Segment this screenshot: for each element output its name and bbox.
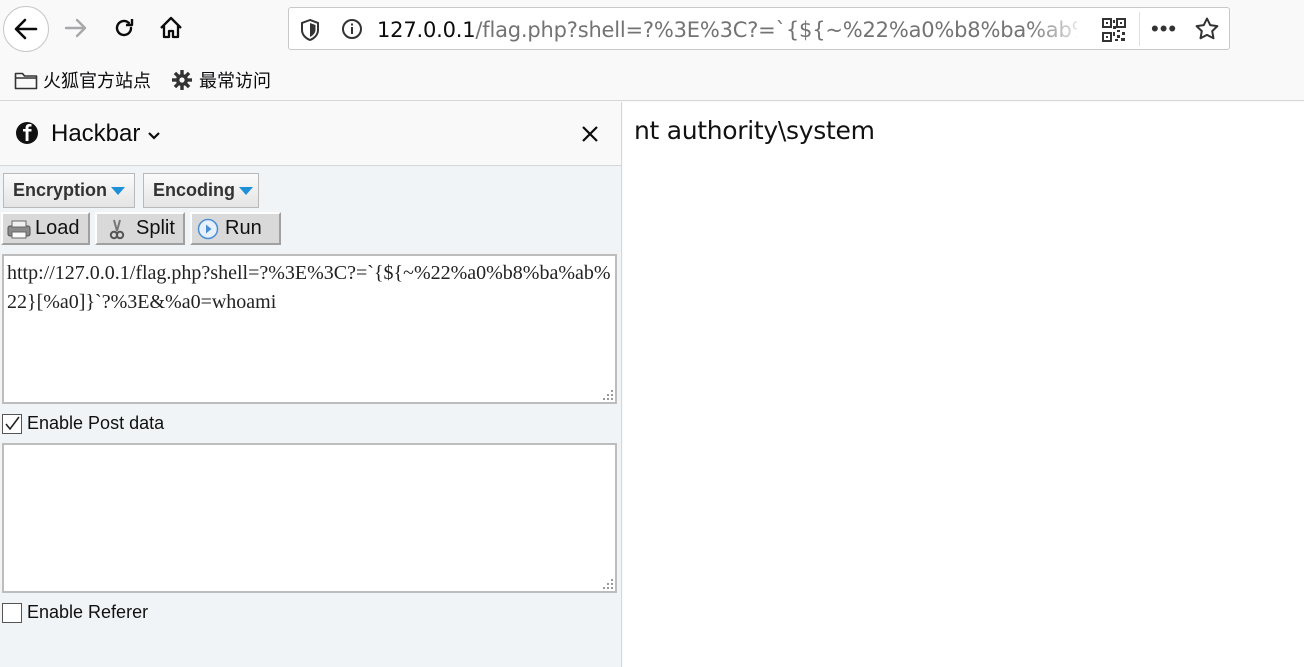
url-bar[interactable]: 127.0.0.1/flag.php?shell=?%3E%3C?=`{${~%… <box>288 7 1230 50</box>
command-output: nt authority\system <box>634 116 875 145</box>
forward-button[interactable] <box>56 8 96 48</box>
hackbar-sidebar: Hackbar Encryption Encoding Load Split R… <box>0 102 622 667</box>
enable-referer-row[interactable]: Enable Referer <box>2 602 148 623</box>
resize-grip-icon[interactable] <box>603 579 613 589</box>
reload-icon <box>115 19 134 37</box>
sidebar-close-button[interactable] <box>575 119 605 149</box>
url-textarea[interactable]: http://127.0.0.1/flag.php?shell=?%3E%3C?… <box>2 254 617 404</box>
load-url-button[interactable]: Load <box>1 212 90 245</box>
run-label: Run <box>225 217 262 239</box>
chevron-down-icon <box>148 131 161 140</box>
close-icon <box>582 126 598 142</box>
reload-button[interactable] <box>104 8 144 48</box>
encoding-dropdown[interactable]: Encoding <box>143 173 259 208</box>
encryption-dropdown[interactable]: Encryption <box>3 173 135 208</box>
qr-code-icon[interactable] <box>1102 18 1126 47</box>
bookmark-label: 火狐官方站点 <box>43 71 151 91</box>
split-label: Split <box>136 217 175 239</box>
url-path: /flag.php?shell=?%3E%3C?=`{${~%22%a0%b8%… <box>475 18 1077 42</box>
page-actions-icon[interactable]: ••• <box>1151 16 1177 42</box>
run-button[interactable]: Run <box>190 212 281 245</box>
back-arrow-icon <box>14 18 38 40</box>
enable-post-row[interactable]: Enable Post data <box>2 413 164 434</box>
checkmark-icon <box>5 416 20 430</box>
encoding-label: Encoding <box>153 180 235 200</box>
encryption-label: Encryption <box>13 180 108 200</box>
bookmarks-toolbar: 火狐官方站点 最常访问 <box>0 58 1304 101</box>
resize-grip-icon[interactable] <box>603 390 613 400</box>
enable-post-checkbox[interactable] <box>2 413 22 434</box>
dropdown-arrow-icon <box>239 186 253 195</box>
load-label: Load <box>35 217 80 239</box>
split-url-button[interactable]: Split <box>95 212 185 245</box>
sidebar-header: Hackbar <box>0 102 621 166</box>
sidebar-switcher[interactable]: Hackbar <box>51 120 161 148</box>
scissors-icon <box>109 219 125 239</box>
bookmark-star-icon[interactable] <box>1194 16 1220 47</box>
url-host: 127.0.0.1 <box>377 18 476 42</box>
url-text[interactable]: 127.0.0.1/flag.php?shell=?%3E%3C?=`{${~%… <box>377 18 1077 42</box>
home-button[interactable] <box>151 8 191 48</box>
enable-referer-checkbox[interactable] <box>2 602 22 623</box>
hackbar-logo-icon <box>15 121 39 150</box>
bookmark-most-visited[interactable]: 最常访问 <box>171 67 271 93</box>
navigation-toolbar: 127.0.0.1/flag.php?shell=?%3E%3C?=`{${~%… <box>0 0 1304 58</box>
tracking-shield-icon[interactable] <box>299 18 321 47</box>
play-icon <box>197 218 219 239</box>
home-icon <box>160 16 182 39</box>
site-info-icon[interactable] <box>341 18 363 45</box>
url-divider <box>1139 12 1140 46</box>
folder-icon <box>14 72 38 90</box>
printer-icon <box>7 220 31 238</box>
gear-icon <box>172 70 192 90</box>
page-content: nt authority\system <box>623 102 1304 667</box>
enable-post-label: Enable Post data <box>27 413 165 433</box>
dropdown-arrow-icon <box>111 186 126 195</box>
url-textarea-value: http://127.0.0.1/flag.php?shell=?%3E%3C?… <box>7 262 611 313</box>
bookmark-firefox-sites[interactable]: 火狐官方站点 <box>14 67 151 93</box>
url-fade <box>1029 12 1089 46</box>
back-button[interactable] <box>3 6 49 52</box>
sidebar-title: Hackbar <box>51 120 141 147</box>
forward-arrow-icon <box>64 18 87 38</box>
post-data-textarea[interactable] <box>2 443 617 593</box>
enable-referer-label: Enable Referer <box>27 602 149 622</box>
bookmark-label: 最常访问 <box>199 71 271 91</box>
